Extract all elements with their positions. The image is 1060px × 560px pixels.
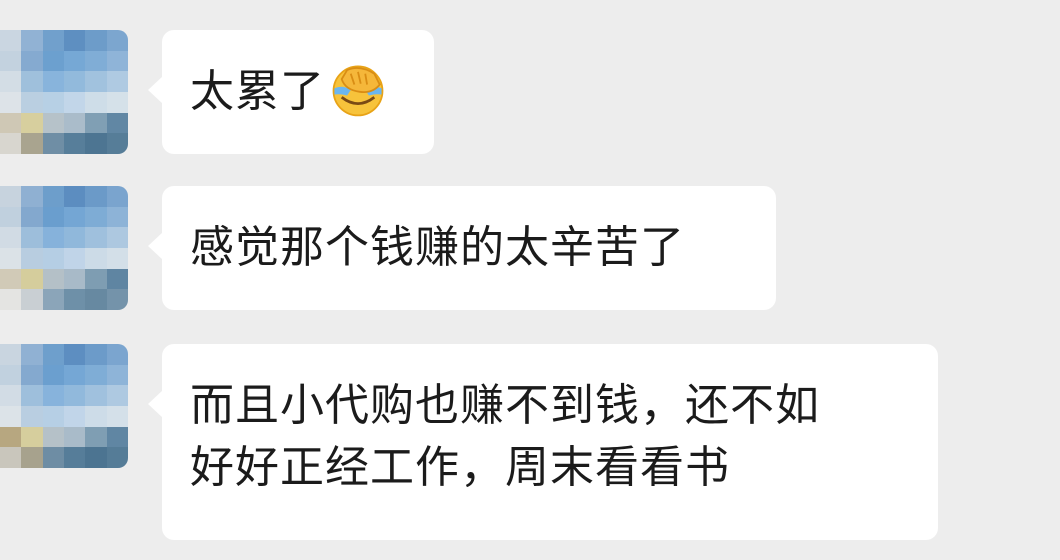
avatar[interactable]: [0, 186, 128, 310]
message-row: 太累了: [0, 30, 1060, 154]
message-bubble[interactable]: 而且小代购也赚不到钱，还不如 好好正经工作，周末看看书: [148, 344, 938, 540]
avatar[interactable]: [0, 344, 128, 468]
facepalm-crying-emoji-icon: [332, 65, 384, 117]
message-row: 感觉那个钱赚的太辛苦了: [0, 186, 1060, 310]
avatar[interactable]: [0, 30, 128, 154]
message-text: 感觉那个钱赚的太辛苦了: [190, 222, 685, 273]
chat-window: 太累了 感觉那个钱赚的太辛苦了 而且小代购也赚不到钱，还不如 好好正经工作，周末…: [0, 0, 1060, 560]
message-text: 而且小代购也赚不到钱，还不如 好好正经工作，周末看看书: [190, 380, 820, 493]
message-text: 太累了: [190, 66, 325, 117]
message-bubble[interactable]: 感觉那个钱赚的太辛苦了: [148, 186, 776, 310]
message-row: 而且小代购也赚不到钱，还不如 好好正经工作，周末看看书: [0, 344, 1060, 540]
message-bubble[interactable]: 太累了: [148, 30, 434, 154]
